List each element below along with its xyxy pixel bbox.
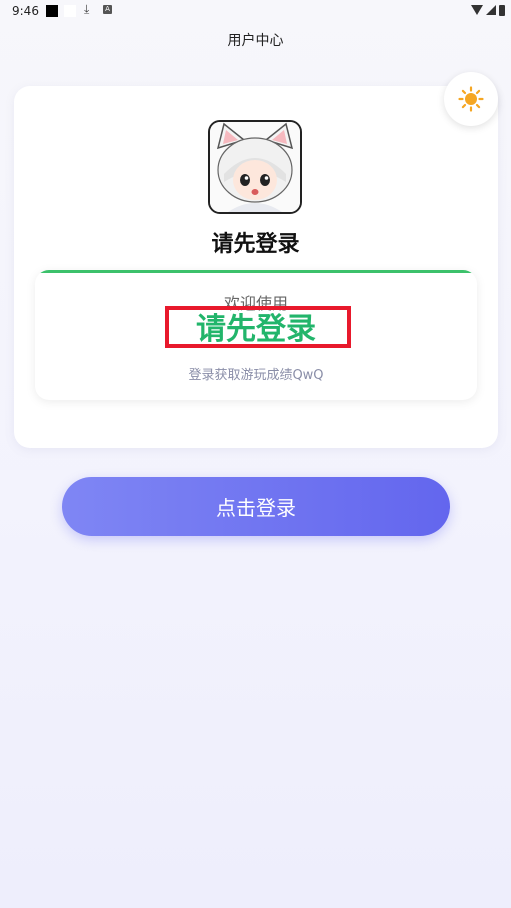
login-button[interactable]: 点击登录	[62, 477, 450, 536]
theme-toggle-button[interactable]	[444, 72, 498, 126]
page-title: 用户中心	[227, 33, 284, 49]
signal-icon	[486, 5, 496, 15]
status-bar: 9:46 ⤓ A	[0, 0, 511, 22]
highlight-box	[165, 306, 351, 348]
status-right-icons	[471, 4, 505, 16]
a-notification-icon: A	[103, 5, 112, 14]
sun-icon	[458, 86, 484, 112]
welcome-panel: 欢迎使用 请先登录 登录获取游玩成绩QwQ	[35, 270, 477, 400]
battery-icon	[499, 4, 505, 16]
download-icon: ⤓	[84, 2, 90, 16]
black-square-icon	[46, 5, 58, 17]
wifi-icon	[471, 5, 483, 15]
white-square-icon	[64, 5, 76, 17]
avatar[interactable]	[208, 120, 302, 214]
status-time: 9:46	[12, 4, 39, 18]
login-subtitle: 登录获取游玩成绩QwQ	[188, 368, 324, 383]
anime-cat-girl-avatar	[210, 122, 300, 212]
welcome-accent-bar	[35, 270, 477, 273]
username: 请先登录	[211, 232, 300, 257]
